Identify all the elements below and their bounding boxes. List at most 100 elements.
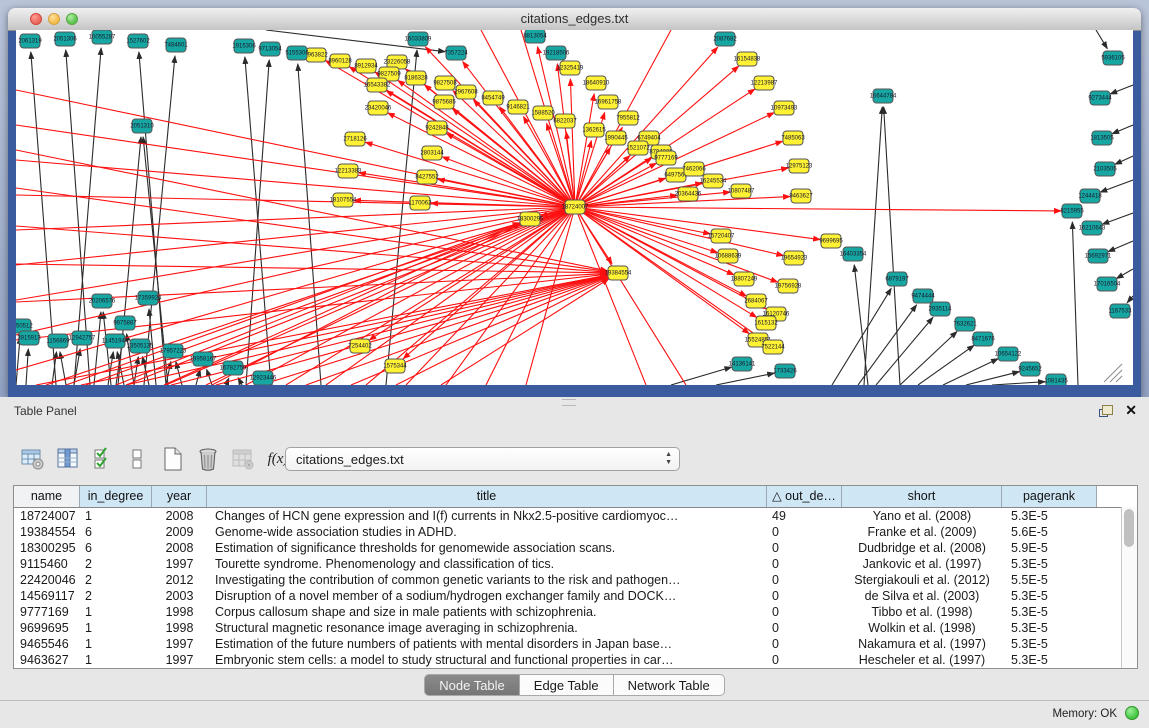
new-document-icon[interactable]: [160, 446, 186, 472]
table-row[interactable]: 911546021997Tourette syndrome. Phenomeno…: [14, 556, 1137, 572]
network-node[interactable]: 2803144: [420, 146, 444, 160]
table-row[interactable]: 946554611997Estimation of the future num…: [14, 636, 1137, 652]
table-settings-icon[interactable]: [20, 446, 46, 472]
network-node[interactable]: 17359924: [135, 291, 162, 305]
network-node[interactable]: 8960128: [328, 54, 352, 68]
network-node[interactable]: 1362615: [582, 123, 606, 137]
network-node[interactable]: 19218506: [543, 46, 570, 60]
network-node[interactable]: 3915913: [17, 331, 41, 345]
table-row[interactable]: 946362711997Embryonic stem cells: a mode…: [14, 652, 1137, 668]
network-table-select[interactable]: citations_edges.txt ▲▼: [285, 447, 680, 471]
network-node[interactable]: 9975887: [113, 316, 137, 330]
network-node[interactable]: 1915306: [232, 39, 256, 53]
network-node[interactable]: 16210643: [1079, 221, 1106, 235]
network-node[interactable]: 5936105: [1101, 51, 1125, 65]
network-node[interactable]: 1170062: [409, 196, 433, 210]
network-node[interactable]: 16245534: [700, 174, 727, 188]
table-vertical-scrollbar[interactable]: [1121, 507, 1137, 668]
network-node[interactable]: 1813505: [1090, 131, 1114, 145]
network-node[interactable]: 5155306: [285, 46, 309, 60]
network-node[interactable]: 7462066: [682, 162, 706, 176]
network-node[interactable]: 1990445: [604, 131, 628, 145]
network-node[interactable]: 2684067: [744, 294, 768, 308]
network-node[interactable]: 13505135: [127, 339, 154, 353]
network-node[interactable]: 18640910: [583, 76, 610, 90]
delete-trash-icon[interactable]: [195, 446, 221, 472]
network-node[interactable]: 8471676: [971, 332, 995, 346]
network-node[interactable]: 9146821: [506, 100, 530, 114]
network-node[interactable]: 9273444: [1088, 91, 1112, 105]
column-header-name[interactable]: name: [14, 486, 80, 507]
network-node[interactable]: 1081435: [1044, 374, 1068, 385]
table-row[interactable]: 1872400712008Changes of HCN gene express…: [14, 508, 1137, 524]
network-node[interactable]: 7522144: [761, 340, 785, 354]
network-node[interactable]: 12942757: [69, 331, 96, 345]
network-node[interactable]: 23420046: [365, 101, 392, 115]
tab-network-table[interactable]: Network Table: [614, 674, 725, 696]
select-all-check-icon[interactable]: [90, 446, 116, 472]
table-row[interactable]: 2242004622012Investigating the contribut…: [14, 572, 1137, 588]
table-row[interactable]: 1830029562008Estimation of significance …: [14, 540, 1137, 556]
network-node[interactable]: 19654923: [781, 251, 808, 265]
network-node[interactable]: 17016504: [1094, 277, 1121, 291]
network-node[interactable]: 9827508: [433, 76, 457, 90]
network-node[interactable]: 6879197: [885, 272, 909, 286]
clear-selection-icon[interactable]: [125, 446, 151, 472]
network-node[interactable]: 9777169: [654, 151, 678, 165]
scrollbar-thumb[interactable]: [1124, 509, 1134, 547]
network-node[interactable]: 9245652: [1018, 362, 1042, 376]
network-node[interactable]: 1575344: [383, 359, 407, 373]
network-node[interactable]: 2051310: [130, 119, 154, 133]
network-node[interactable]: 10688639: [715, 249, 742, 263]
network-node[interactable]: 16154838: [734, 52, 761, 66]
network-node[interactable]: 9474444: [911, 289, 935, 303]
network-node[interactable]: 7485063: [781, 131, 805, 145]
tab-node-table[interactable]: Node Table: [424, 674, 520, 696]
network-node[interactable]: 9875685: [432, 95, 456, 109]
network-node[interactable]: 12923446: [250, 371, 277, 385]
column-header-in_degree[interactable]: in_degree: [80, 486, 152, 507]
network-node[interactable]: 11451944: [102, 334, 129, 348]
network-node[interactable]: 1156869: [47, 334, 71, 348]
network-node[interactable]: 19384554: [605, 266, 632, 280]
network-node[interactable]: 1588520: [531, 106, 555, 120]
network-node[interactable]: 20206576: [89, 294, 116, 308]
network-node[interactable]: 2051306: [53, 32, 77, 46]
network-node[interactable]: 7484601: [164, 38, 188, 52]
network-node[interactable]: 1521072: [626, 141, 650, 155]
network-node[interactable]: 12325419: [557, 61, 584, 75]
network-node[interactable]: 7632621: [953, 317, 977, 331]
column-header-year[interactable]: year: [152, 486, 207, 507]
column-header-pagerank[interactable]: pagerank: [1002, 486, 1097, 507]
network-node[interactable]: 15692971: [1085, 249, 1112, 263]
network-node[interactable]: 1167533: [1109, 304, 1133, 318]
network-node[interactable]: 8454749: [481, 91, 505, 105]
network-node[interactable]: 16644784: [870, 89, 897, 103]
network-node[interactable]: 2103505: [1093, 162, 1117, 176]
network-node[interactable]: 2935114: [929, 302, 953, 316]
network-node[interactable]: 10654122: [995, 347, 1022, 361]
network-node[interactable]: 18724007: [562, 200, 589, 214]
network-node[interactable]: 10807487: [728, 184, 755, 198]
network-node[interactable]: 8186328: [404, 71, 428, 85]
close-panel-icon[interactable]: ✕: [1125, 402, 1137, 418]
network-node[interactable]: 9699695: [819, 234, 843, 248]
network-node[interactable]: 15720407: [708, 229, 735, 243]
network-node[interactable]: 7955812: [616, 111, 640, 125]
network-node[interactable]: 19756928: [775, 279, 802, 293]
column-header-short[interactable]: short: [842, 486, 1002, 507]
network-node[interactable]: 9713054: [258, 42, 282, 56]
network-node[interactable]: 18300295: [517, 212, 544, 226]
network-node[interactable]: 12975123: [786, 159, 813, 173]
network-canvas[interactable]: 1872400718300295796382289601288912934232…: [16, 30, 1133, 385]
network-node[interactable]: 12213987: [751, 76, 778, 90]
network-node[interactable]: 1615132: [754, 316, 778, 330]
show-columns-icon[interactable]: [55, 446, 81, 472]
network-node[interactable]: 16543382: [364, 78, 391, 92]
network-node[interactable]: 7254402: [348, 339, 372, 353]
network-node[interactable]: 2718126: [343, 132, 367, 146]
network-node[interactable]: 10055287: [89, 30, 116, 44]
network-node[interactable]: 9242848: [425, 121, 449, 135]
network-node[interactable]: 20364436: [675, 187, 702, 201]
table-row[interactable]: 1938455462009Genome-wide association stu…: [14, 524, 1137, 540]
